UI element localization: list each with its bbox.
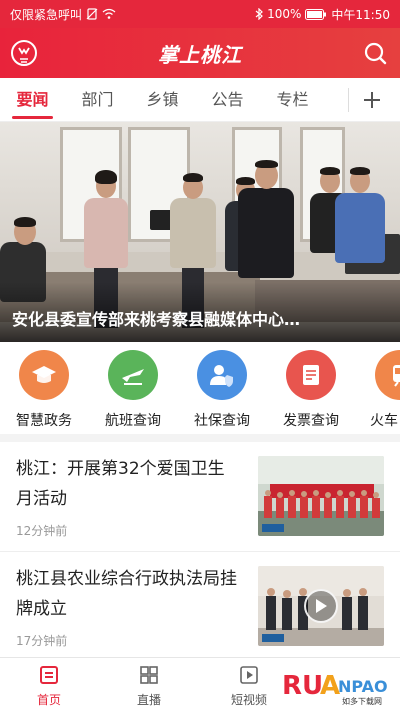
status-bar: 仅限紧急呼叫 100% 中午11:50 — [0, 0, 400, 28]
grid-icon — [140, 666, 158, 684]
clock: 中午11:50 — [331, 7, 390, 22]
category-tabs: 要闻 部门 乡镇 公告 专栏 — [0, 78, 400, 122]
news-thumbnail — [258, 456, 384, 536]
news-title: 桃江县农业综合行政执法局挂牌成立 — [16, 569, 237, 619]
service-social-security[interactable]: 社保查询 — [182, 350, 262, 430]
carrier-text: 仅限紧急呼叫 — [10, 7, 83, 22]
battery-icon — [305, 8, 327, 20]
ruanpao-watermark-logo: RU A NPAO 如多下载网 — [282, 664, 400, 708]
nav-short-video[interactable]: 短视频 — [214, 664, 284, 708]
tab-gonggao[interactable]: 公告 — [195, 78, 260, 122]
service-train[interactable]: 火车 — [360, 350, 400, 430]
news-time: 12分钟前 — [16, 524, 68, 538]
search-button[interactable] — [360, 38, 390, 68]
lightbulb-icon — [11, 40, 37, 66]
tab-zhuanlan[interactable]: 专栏 — [260, 78, 325, 122]
app-title: 掌上桃江 — [158, 42, 242, 67]
news-item[interactable]: 桃江：开展第32个爱国卫生月活动 12分钟前 — [0, 442, 400, 552]
headline-banner[interactable]: 安化县委宣传部来桃考察县融媒体中心… — [0, 122, 400, 342]
section-separator — [0, 434, 400, 442]
app-header: 掌上桃江 — [0, 28, 400, 78]
graduation-cap-icon — [19, 350, 69, 400]
search-icon — [364, 42, 387, 65]
tab-yaowen[interactable]: 要闻 — [0, 78, 65, 122]
train-icon — [375, 350, 400, 400]
tab-bumen[interactable]: 部门 — [65, 78, 130, 122]
play-button[interactable] — [304, 589, 338, 623]
nav-live[interactable]: 直播 — [114, 664, 184, 708]
banner-caption: 安化县委宣传部来桃考察县融媒体中心… — [12, 310, 301, 329]
add-tab-button[interactable] — [358, 86, 386, 114]
person-shield-icon — [197, 350, 247, 400]
news-video-thumbnail — [258, 566, 384, 646]
service-smart-gov[interactable]: 智慧政务 — [4, 350, 84, 430]
invoice-icon — [286, 350, 336, 400]
video-icon — [240, 666, 258, 684]
plus-icon — [364, 92, 380, 108]
nav-home[interactable]: 首页 — [14, 664, 84, 708]
svg-text:RU: RU — [282, 671, 323, 701]
news-time: 17分钟前 — [16, 634, 68, 648]
bluetooth-icon — [255, 8, 263, 20]
news-item[interactable]: 桃江县农业综合行政执法局挂牌成立 17分钟前 — [0, 552, 400, 662]
app-logo-button[interactable] — [8, 37, 40, 69]
play-icon — [316, 599, 327, 613]
battery-percent: 100% — [267, 7, 302, 21]
wifi-icon — [102, 8, 116, 19]
tab-divider — [348, 88, 349, 112]
service-flight[interactable]: 航班查询 — [93, 350, 173, 430]
svg-text:如多下载网: 如多下载网 — [342, 696, 382, 706]
service-invoice[interactable]: 发票查询 — [271, 350, 351, 430]
no-sim-icon — [86, 8, 98, 20]
home-icon — [40, 666, 58, 684]
airplane-icon — [108, 350, 158, 400]
news-title: 桃江：开展第32个爱国卫生月活动 — [16, 459, 225, 509]
svg-text:NPAO: NPAO — [338, 677, 388, 696]
quick-services: 智慧政务 航班查询 社保查询 发票查询 火车 — [0, 342, 400, 434]
tab-xiangzhen[interactable]: 乡镇 — [130, 78, 195, 122]
